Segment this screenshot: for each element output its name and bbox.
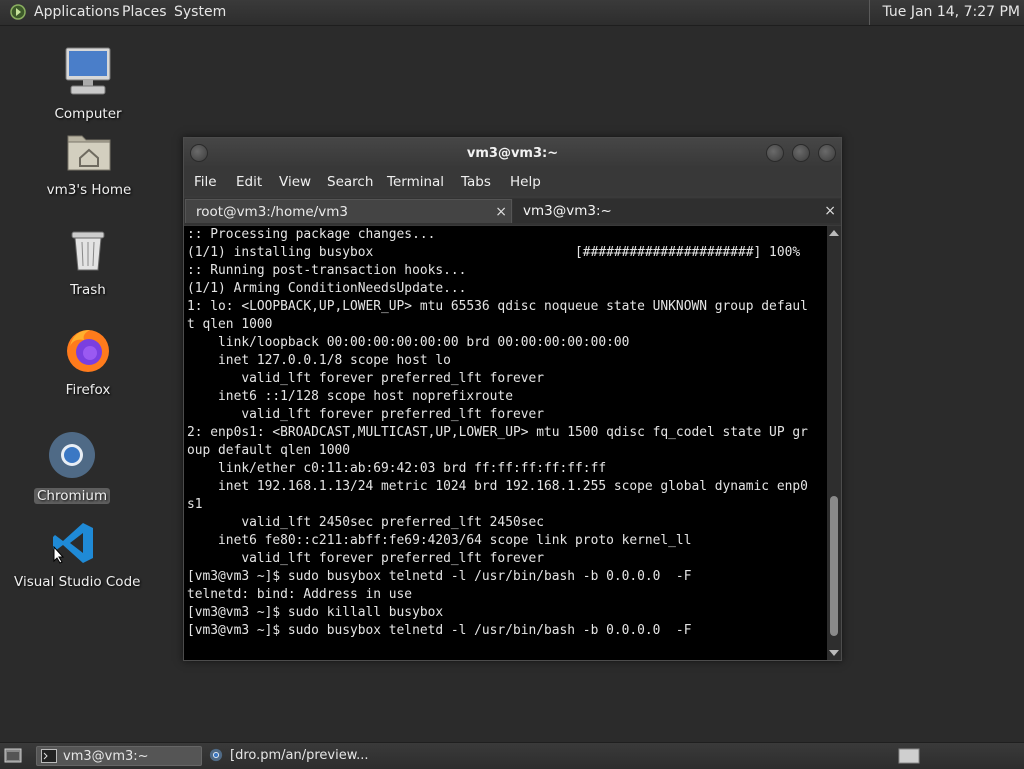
terminal-line: inet6 fe80::c211:abff:fe69:4203/64 scope…	[187, 533, 692, 548]
minimize-button[interactable]	[766, 144, 784, 162]
desktop-icon-home[interactable]: vm3's Home	[44, 128, 134, 198]
close-window-button[interactable]	[818, 144, 836, 162]
terminal-line: :: Running post-transaction hooks...	[187, 263, 467, 278]
menu-search[interactable]: Search	[327, 174, 373, 190]
tab-label: root@vm3:/home/vm3	[196, 204, 348, 220]
desktop-icon-computer[interactable]: Computer	[48, 46, 128, 122]
scroll-down-icon[interactable]	[829, 650, 839, 656]
desktop-icon-vscode[interactable]: Visual Studio Code	[14, 520, 141, 590]
taskbar-item-label: [dro.pm/an/preview...	[230, 748, 369, 763]
maximize-button[interactable]	[792, 144, 810, 162]
terminal-line: (1/1) Arming ConditionNeedsUpdate...	[187, 281, 467, 296]
terminal-line: link/ether c0:11:ab:69:42:03 brd ff:ff:f…	[187, 461, 607, 476]
terminal-tabbar: root@vm3:/home/vm3 × vm3@vm3:~ ×	[184, 198, 841, 225]
tab-root[interactable]: root@vm3:/home/vm3 ×	[185, 199, 512, 223]
menu-terminal[interactable]: Terminal	[387, 174, 444, 190]
bottom-panel: vm3@vm3:~ [dro.pm/an/preview...	[0, 742, 1024, 769]
menu-file[interactable]: File	[194, 174, 217, 190]
tab-label: vm3@vm3:~	[523, 203, 612, 219]
applications-menu-icon[interactable]	[9, 3, 27, 21]
system-menu[interactable]: System	[174, 4, 226, 22]
terminal-line: 2: enp0s1: <BROADCAST,MULTICAST,UP,LOWER…	[187, 425, 808, 440]
home-folder-icon	[67, 135, 111, 171]
clock[interactable]: Tue Jan 14, 7:27 PM	[869, 0, 1024, 25]
terminal-icon	[41, 749, 57, 763]
taskbar-item-terminal[interactable]: vm3@vm3:~	[36, 746, 202, 766]
desktop-icon-label: Computer	[54, 106, 122, 122]
terminal-line: valid_lft forever preferred_lft forever	[187, 551, 544, 566]
desktop-icon-firefox[interactable]: Firefox	[58, 326, 118, 398]
terminal-line: s1	[187, 497, 203, 512]
trash-icon	[71, 231, 105, 271]
terminal-line: [vm3@vm3 ~]$ sudo busybox telnetd -l /us…	[187, 623, 692, 638]
computer-icon	[65, 47, 111, 95]
top-panel: Applications Places System Tue Jan 14, 7…	[0, 0, 1024, 26]
applications-menu[interactable]: Applications	[34, 4, 120, 22]
terminal-line: t qlen 1000	[187, 317, 273, 332]
desktop-icon-chromium[interactable]: Chromium	[34, 430, 111, 504]
terminal-line: telnetd: bind: Address in use	[187, 587, 413, 602]
terminal-line: inet 192.168.1.13/24 metric 1024 brd 192…	[187, 479, 808, 494]
places-menu[interactable]: Places	[122, 4, 167, 22]
desktop-icon-label: Firefox	[65, 382, 111, 398]
menu-tabs[interactable]: Tabs	[461, 174, 491, 190]
terminal-line: valid_lft forever preferred_lft forever	[187, 407, 544, 422]
tab-vm3[interactable]: vm3@vm3:~ ×	[513, 199, 840, 223]
terminal-line: [vm3@vm3 ~]$ sudo busybox telnetd -l /us…	[187, 569, 692, 584]
terminal-scrollbar[interactable]	[827, 226, 841, 660]
mouse-cursor-icon	[53, 546, 65, 564]
terminal-line: (1/1) installing busybox [##############…	[187, 245, 801, 260]
desktop-icon-label: Visual Studio Code	[14, 574, 141, 590]
taskbar-item-label: vm3@vm3:~	[63, 749, 149, 764]
terminal-line: oup default qlen 1000	[187, 443, 350, 458]
terminal-line: valid_lft 2450sec preferred_lft 2450sec	[187, 515, 544, 530]
terminal-window: vm3@vm3:~ File Edit View Search Terminal…	[183, 137, 842, 661]
workspace-switcher-icon[interactable]	[898, 748, 920, 764]
window-title: vm3@vm3:~	[466, 146, 559, 161]
scroll-up-icon[interactable]	[829, 230, 839, 236]
terminal-line: inet6 ::1/128 scope host noprefixroute	[187, 389, 513, 404]
menu-view[interactable]: View	[279, 174, 311, 190]
terminal-output[interactable]: :: Processing package changes...(1/1) in…	[184, 226, 827, 660]
desktop-icon-label: Trash	[70, 282, 106, 298]
firefox-icon	[67, 330, 109, 372]
terminal-line: 1: lo: <LOOPBACK,UP,LOWER_UP> mtu 65536 …	[187, 299, 808, 314]
menu-edit[interactable]: Edit	[236, 174, 262, 190]
terminal-line: inet 127.0.0.1/8 scope host lo	[187, 353, 451, 368]
window-titlebar[interactable]: vm3@vm3:~	[184, 138, 841, 168]
show-desktop-icon[interactable]	[4, 748, 22, 763]
terminal-menubar: File Edit View Search Terminal Tabs Help	[184, 168, 841, 196]
chromium-icon	[49, 432, 95, 478]
taskbar-item-chromium[interactable]: [dro.pm/an/preview...	[204, 746, 404, 766]
close-tab-icon[interactable]: ×	[824, 199, 836, 223]
desktop-icon-label: vm3's Home	[46, 182, 132, 198]
terminal-line: [vm3@vm3 ~]$ sudo killall busybox	[187, 605, 444, 620]
terminal-line: link/loopback 00:00:00:00:00:00 brd 00:0…	[187, 335, 630, 350]
menu-help[interactable]: Help	[510, 174, 541, 190]
scrollbar-thumb[interactable]	[830, 496, 838, 636]
desktop-icon-trash[interactable]: Trash	[58, 228, 118, 298]
close-tab-icon[interactable]: ×	[495, 200, 507, 224]
terminal-line: valid_lft forever preferred_lft forever	[187, 371, 544, 386]
terminal-line: :: Processing package changes...	[187, 227, 436, 242]
chromium-icon	[209, 748, 223, 762]
desktop-icon-label: Chromium	[34, 488, 111, 504]
